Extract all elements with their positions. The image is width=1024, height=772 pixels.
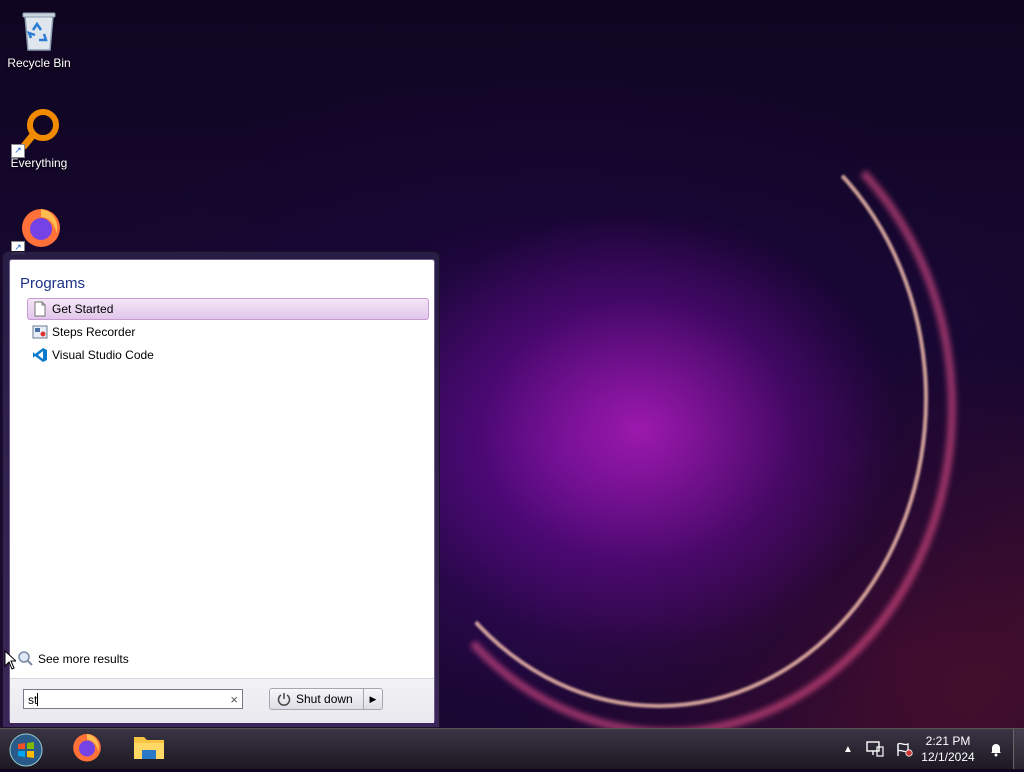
text-caret bbox=[37, 693, 39, 706]
program-item-visual-studio-code[interactable]: Visual Studio Code bbox=[27, 344, 429, 366]
recycle-bin-icon bbox=[19, 8, 59, 52]
steps-recorder-icon bbox=[32, 324, 48, 340]
search-input-value: st bbox=[28, 693, 38, 707]
shut-down-options-arrow-icon[interactable]: ▶ bbox=[363, 689, 382, 709]
programs-heading: Programs bbox=[20, 275, 86, 292]
document-icon bbox=[32, 301, 48, 317]
wallpaper-arc-highlight bbox=[390, 90, 928, 708]
start-button[interactable] bbox=[6, 731, 46, 767]
desktop-icon-recycle-bin[interactable]: Recycle Bin bbox=[1, 8, 77, 70]
firefox-icon: ↗ bbox=[11, 205, 60, 255]
firefox-icon bbox=[71, 731, 103, 768]
show-hidden-icons-chevron[interactable]: ▲ bbox=[838, 729, 858, 769]
vscode-icon bbox=[32, 347, 48, 363]
desktop-icon-label: Recycle Bin bbox=[7, 56, 71, 70]
start-menu: Programs Get Started Steps Recorder Visu… bbox=[2, 251, 440, 728]
clock-time: 2:21 PM bbox=[925, 734, 971, 748]
taskbar-firefox-button[interactable] bbox=[62, 731, 112, 767]
shortcut-arrow-icon: ↗ bbox=[11, 144, 25, 158]
clear-search-icon[interactable]: × bbox=[230, 690, 238, 710]
desktop-icon-firefox[interactable]: ↗ bbox=[1, 205, 77, 255]
programs-list: Get Started Steps Recorder Visual Studio… bbox=[27, 298, 429, 367]
program-label: Get Started bbox=[52, 302, 114, 316]
start-menu-panel: Programs Get Started Steps Recorder Visu… bbox=[9, 259, 435, 723]
start-search-input[interactable]: st × bbox=[23, 689, 243, 709]
network-icon[interactable] bbox=[864, 729, 886, 769]
clock-date: 12/1/2024 bbox=[921, 750, 975, 764]
taskbar: ▲ 2:21 PM 12/1/2024 bbox=[0, 728, 1024, 769]
start-menu-bottom-bar: st × Shut down ▶ bbox=[10, 678, 434, 723]
program-label: Steps Recorder bbox=[52, 325, 136, 339]
magnifier-icon bbox=[16, 650, 34, 668]
everything-search-icon: ↗ bbox=[11, 108, 59, 158]
notification-bell-icon[interactable] bbox=[985, 729, 1007, 769]
see-more-results-label: See more results bbox=[38, 652, 129, 666]
file-explorer-icon bbox=[132, 732, 166, 767]
program-label: Visual Studio Code bbox=[52, 348, 154, 362]
taskbar-file-explorer-button[interactable] bbox=[124, 731, 174, 767]
shut-down-label: Shut down bbox=[296, 692, 353, 706]
mouse-cursor-icon bbox=[4, 649, 18, 670]
taskbar-clock[interactable]: 2:21 PM 12/1/2024 bbox=[918, 733, 978, 765]
program-item-steps-recorder[interactable]: Steps Recorder bbox=[27, 321, 429, 343]
show-desktop-button[interactable] bbox=[1013, 729, 1024, 769]
see-more-results-link[interactable]: See more results bbox=[16, 650, 129, 668]
power-icon bbox=[276, 691, 292, 707]
desktop-icon-everything[interactable]: ↗ Everything bbox=[1, 108, 77, 170]
desktop-icon-label: Everything bbox=[10, 156, 68, 170]
action-center-flag-icon[interactable] bbox=[894, 729, 916, 769]
shut-down-button[interactable]: Shut down ▶ bbox=[269, 688, 383, 710]
program-item-get-started[interactable]: Get Started bbox=[27, 298, 429, 320]
